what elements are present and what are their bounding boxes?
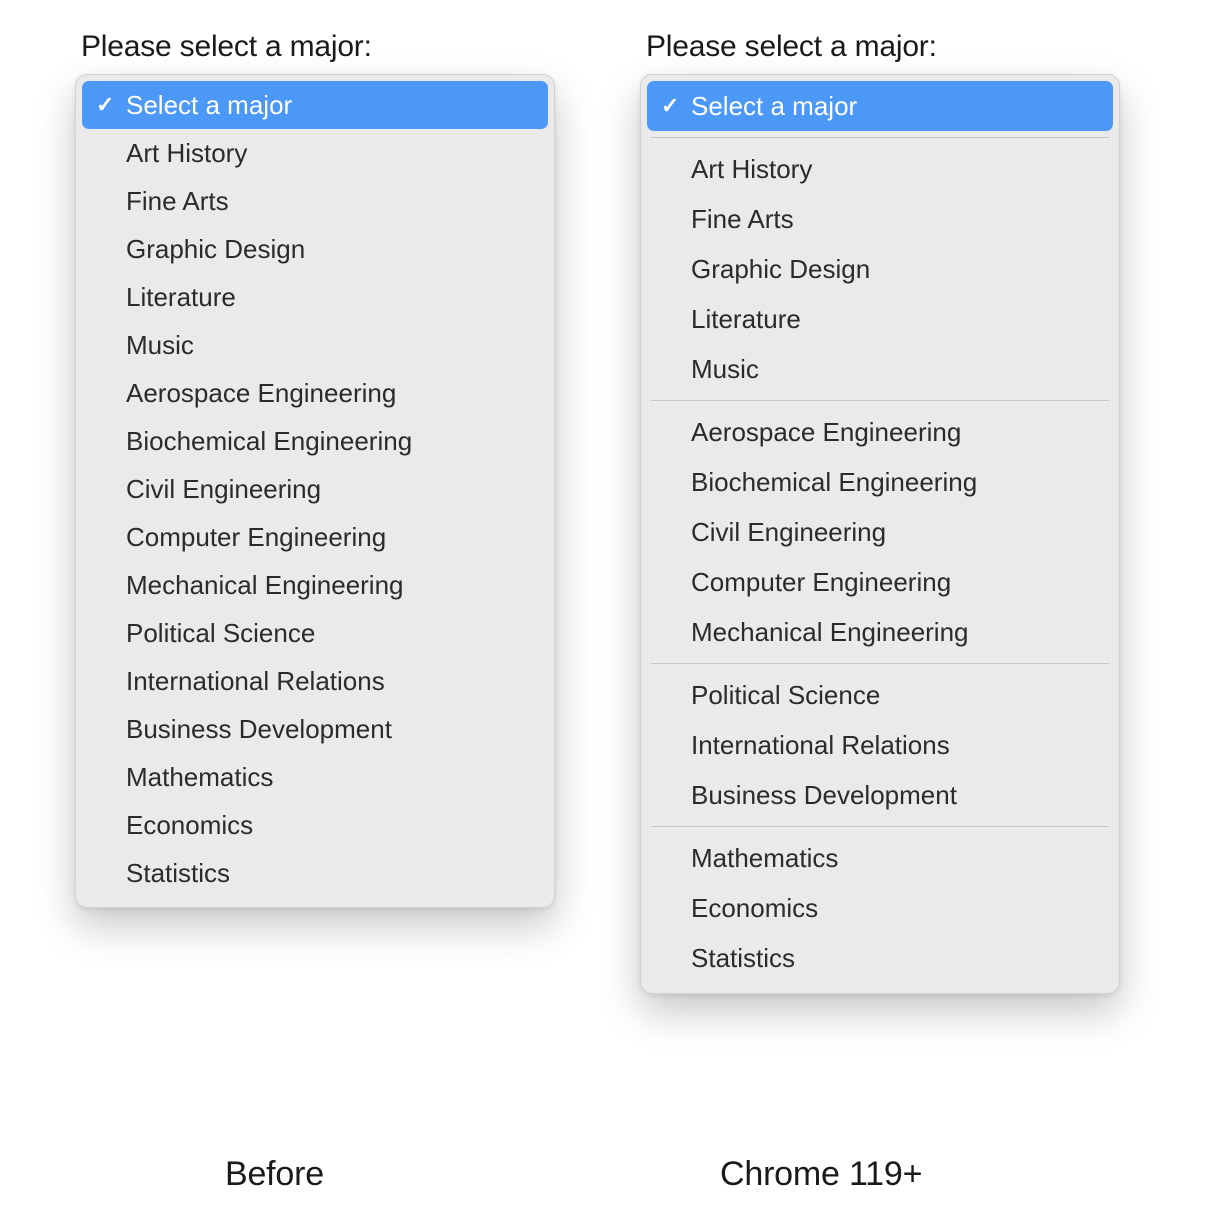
prompt-label: Please select a major: <box>81 30 575 64</box>
select-major-menu-after[interactable]: ✓Select a major✓Art History✓Fine Arts✓Gr… <box>640 74 1120 994</box>
menu-item[interactable]: ✓Literature <box>647 294 1113 344</box>
menu-item-label: Business Development <box>126 714 392 745</box>
group-separator <box>651 663 1109 664</box>
menu-item[interactable]: ✓Economics <box>647 883 1113 933</box>
menu-item-label: Computer Engineering <box>691 567 951 598</box>
menu-item[interactable]: ✓Business Development <box>647 770 1113 820</box>
menu-item[interactable]: ✓Literature <box>82 273 548 321</box>
menu-item[interactable]: ✓Mathematics <box>82 753 548 801</box>
menu-item[interactable]: ✓Aerospace Engineering <box>647 407 1113 457</box>
after-panel: Please select a major: ✓Select a major✓A… <box>640 30 1140 994</box>
menu-item-selected[interactable]: ✓Select a major <box>82 81 548 129</box>
menu-item[interactable]: ✓International Relations <box>647 720 1113 770</box>
menu-item-label: Art History <box>691 154 812 185</box>
menu-item-label: Civil Engineering <box>126 474 321 505</box>
menu-item[interactable]: ✓Business Development <box>82 705 548 753</box>
check-icon: ✓ <box>661 93 691 119</box>
menu-item-label: Mathematics <box>691 843 838 874</box>
menu-item[interactable]: ✓Political Science <box>647 670 1113 720</box>
menu-item-label: Mathematics <box>126 762 273 793</box>
group-separator <box>651 400 1109 401</box>
menu-item[interactable]: ✓Graphic Design <box>647 244 1113 294</box>
caption-before: Before <box>225 1155 324 1194</box>
check-icon: ✓ <box>96 92 126 118</box>
menu-item-label: Computer Engineering <box>126 522 386 553</box>
menu-item[interactable]: ✓Computer Engineering <box>82 513 548 561</box>
menu-item[interactable]: ✓Mathematics <box>647 833 1113 883</box>
menu-item[interactable]: ✓Computer Engineering <box>647 557 1113 607</box>
menu-item-label: Music <box>126 330 194 361</box>
menu-item-label: Civil Engineering <box>691 517 886 548</box>
menu-item[interactable]: ✓Political Science <box>82 609 548 657</box>
menu-item-label: Economics <box>126 810 253 841</box>
menu-item-label: Fine Arts <box>126 186 229 217</box>
menu-item-label: Music <box>691 354 759 385</box>
menu-item-label: Economics <box>691 893 818 924</box>
caption-after: Chrome 119+ <box>720 1155 922 1194</box>
menu-item-label: Select a major <box>691 91 857 122</box>
menu-item-label: Political Science <box>691 680 880 711</box>
menu-item-label: Aerospace Engineering <box>126 378 396 409</box>
menu-item-label: Political Science <box>126 618 315 649</box>
menu-item[interactable]: ✓Biochemical Engineering <box>647 457 1113 507</box>
menu-item-selected[interactable]: ✓Select a major <box>647 81 1113 131</box>
menu-item[interactable]: ✓Statistics <box>82 849 548 897</box>
menu-item-label: Statistics <box>126 858 230 889</box>
menu-item-label: Graphic Design <box>691 254 870 285</box>
menu-item-label: Fine Arts <box>691 204 794 235</box>
menu-item[interactable]: ✓Biochemical Engineering <box>82 417 548 465</box>
menu-item-label: Business Development <box>691 780 957 811</box>
menu-item[interactable]: ✓Art History <box>647 144 1113 194</box>
menu-item-label: Mechanical Engineering <box>126 570 404 601</box>
menu-item[interactable]: ✓Aerospace Engineering <box>82 369 548 417</box>
menu-item-label: Literature <box>691 304 801 335</box>
menu-item[interactable]: ✓Art History <box>82 129 548 177</box>
menu-item-label: Statistics <box>691 943 795 974</box>
menu-item[interactable]: ✓Statistics <box>647 933 1113 983</box>
menu-item[interactable]: ✓Music <box>647 344 1113 394</box>
menu-item[interactable]: ✓Fine Arts <box>647 194 1113 244</box>
group-separator <box>651 826 1109 827</box>
menu-item-label: International Relations <box>691 730 950 761</box>
menu-item[interactable]: ✓Civil Engineering <box>647 507 1113 557</box>
menu-item-label: Aerospace Engineering <box>691 417 961 448</box>
menu-item-label: International Relations <box>126 666 385 697</box>
menu-item[interactable]: ✓Mechanical Engineering <box>82 561 548 609</box>
menu-item-label: Graphic Design <box>126 234 305 265</box>
menu-item-label: Art History <box>126 138 247 169</box>
menu-item[interactable]: ✓International Relations <box>82 657 548 705</box>
prompt-label: Please select a major: <box>646 30 1140 64</box>
menu-item[interactable]: ✓Fine Arts <box>82 177 548 225</box>
menu-item-label: Select a major <box>126 90 292 121</box>
menu-item-label: Biochemical Engineering <box>691 467 977 498</box>
menu-item[interactable]: ✓Music <box>82 321 548 369</box>
menu-item[interactable]: ✓Mechanical Engineering <box>647 607 1113 657</box>
select-major-menu-before[interactable]: ✓Select a major✓Art History✓Fine Arts✓Gr… <box>75 74 555 908</box>
before-panel: Please select a major: ✓Select a major✓A… <box>75 30 575 908</box>
menu-item-label: Literature <box>126 282 236 313</box>
menu-item[interactable]: ✓Graphic Design <box>82 225 548 273</box>
menu-item-label: Mechanical Engineering <box>691 617 969 648</box>
menu-item-label: Biochemical Engineering <box>126 426 412 457</box>
menu-item[interactable]: ✓Civil Engineering <box>82 465 548 513</box>
menu-item[interactable]: ✓Economics <box>82 801 548 849</box>
group-separator <box>651 137 1109 138</box>
